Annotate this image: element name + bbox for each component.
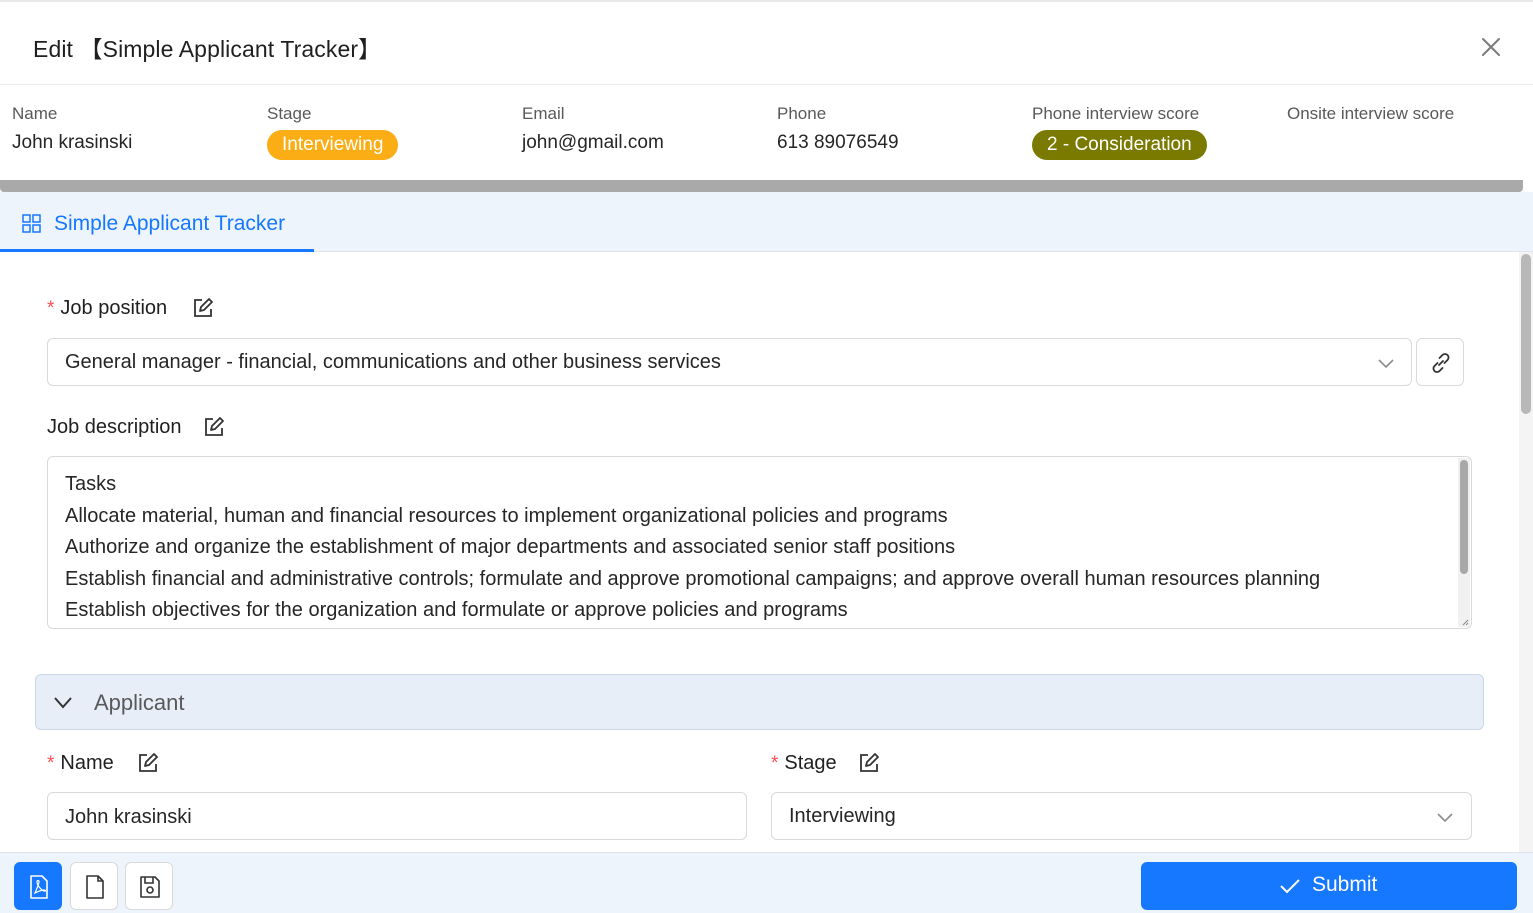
summary-name-value: John krasinski (12, 132, 133, 153)
content-scrollbar-thumb[interactable] (1521, 254, 1531, 414)
file-icon (86, 875, 104, 899)
tab-label: Simple Applicant Tracker (54, 212, 286, 235)
summary-onsite-score-label: Onsite interview score (1287, 104, 1455, 123)
summary-stage: Stage Interviewing (267, 104, 399, 160)
chevron-down-icon (54, 697, 72, 709)
tab-strip: Simple Applicant Tracker (0, 192, 1533, 252)
applicant-section-header[interactable]: Applicant (35, 674, 1484, 730)
form-content: * Job position General manager - financia… (0, 252, 1533, 852)
summary-stage-label: Stage (267, 104, 312, 123)
summary-onsite-score: Onsite interview score (1287, 104, 1454, 124)
stage-badge: Interviewing (267, 130, 399, 160)
textarea-scrollbar-thumb[interactable] (1460, 460, 1468, 574)
summary-phone: Phone 613 89076549 (777, 104, 899, 154)
summary-phone-score: Phone interview score 2 - Consideration (1032, 104, 1207, 160)
summary-email-value: john@gmail.com (522, 132, 664, 153)
summary-email-label: Email (522, 104, 565, 123)
stage-select-value: Interviewing (789, 805, 896, 827)
stage-select[interactable]: Interviewing (771, 792, 1472, 840)
check-icon (1280, 879, 1300, 894)
phone-score-badge: 2 - Consideration (1032, 130, 1207, 160)
description-line: Establish objectives for the organizatio… (65, 599, 848, 621)
content-vertical-scrollbar[interactable] (1519, 252, 1533, 852)
submit-button[interactable]: Submit (1141, 862, 1517, 910)
summary-phone-label: Phone (777, 104, 827, 123)
job-position-select[interactable]: General manager - financial, communicati… (47, 338, 1412, 386)
stage-field-label: * Stage (771, 752, 837, 774)
tab-simple-applicant-tracker[interactable]: Simple Applicant Tracker (0, 192, 314, 252)
summary-phone-value: 613 89076549 (777, 132, 899, 153)
required-mark: * (47, 298, 55, 319)
name-input[interactable]: John krasinski (47, 792, 747, 840)
summary-horizontal-scrollbar[interactable] (0, 180, 1523, 192)
summary-phone-score-label: Phone interview score (1032, 104, 1200, 123)
job-description-label: Job description (47, 416, 182, 438)
close-icon[interactable] (1478, 34, 1504, 60)
description-line: Authorize and organize the establishment… (65, 536, 956, 558)
save-draft-button[interactable] (125, 862, 173, 910)
save-icon (140, 876, 160, 898)
pdf-button[interactable] (14, 862, 62, 910)
description-line: Tasks (65, 473, 117, 495)
description-line: Allocate material, human and financial r… (65, 504, 948, 527)
job-position-label: * Job position (47, 297, 168, 319)
chevron-down-icon (1437, 813, 1453, 823)
textarea-scrollbar[interactable] (1458, 458, 1470, 627)
required-mark: * (47, 753, 55, 774)
grid-icon (22, 214, 41, 233)
edit-icon[interactable] (858, 752, 880, 774)
dialog-header: Edit 【Simple Applicant Tracker】 (0, 0, 1533, 85)
summary-name-label: Name (12, 104, 58, 123)
link-icon (1432, 353, 1450, 373)
required-mark: * (771, 753, 779, 774)
pdf-file-icon (30, 875, 48, 899)
name-input-value: John krasinski (65, 806, 192, 828)
job-position-value: General manager - financial, communicati… (65, 351, 721, 373)
edit-icon[interactable] (203, 416, 225, 438)
dialog-footer: Submit (0, 852, 1533, 913)
edit-icon[interactable] (192, 297, 214, 319)
job-description-text: Tasks Allocate material, human and finan… (65, 469, 1320, 627)
job-description-textarea[interactable]: Tasks Allocate material, human and finan… (47, 456, 1472, 629)
summary-email: Email john@gmail.com (522, 104, 664, 154)
submit-label: Submit (1312, 873, 1378, 896)
resize-handle-icon[interactable] (1461, 618, 1469, 626)
applicant-section-label: Applicant (94, 690, 185, 715)
open-link-button[interactable] (1416, 338, 1464, 386)
dialog-title: Edit 【Simple Applicant Tracker】 (33, 36, 382, 62)
description-line: Establish financial and administrative c… (65, 567, 1321, 590)
chevron-down-icon (1378, 359, 1394, 369)
record-summary: Name John krasinski Stage Interviewing E… (0, 86, 1533, 182)
name-field-label: * Name (47, 752, 114, 774)
summary-name: Name John krasinski (12, 104, 132, 154)
edit-icon[interactable] (137, 752, 159, 774)
document-button[interactable] (70, 862, 118, 910)
